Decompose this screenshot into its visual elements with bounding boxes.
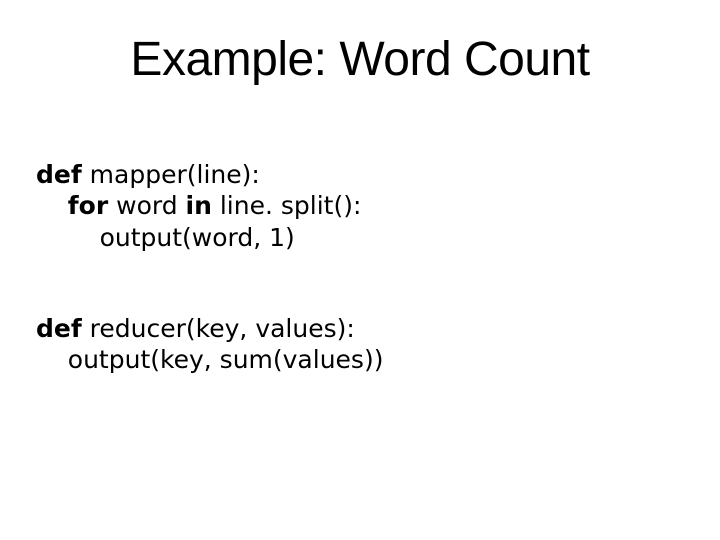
keyword-def: def: [36, 314, 82, 343]
code-text: output(word, 1): [100, 223, 295, 252]
code-text: reducer(key, values):: [82, 314, 355, 343]
spacer: [30, 253, 690, 313]
code-indent: [36, 223, 100, 252]
slide: Example: Word Count def mapper(line): fo…: [0, 0, 720, 540]
code-text: line. split():: [212, 191, 361, 220]
keyword-in: in: [186, 191, 212, 220]
code-text: output(key, sum(values)): [68, 345, 384, 374]
code-text: mapper(line):: [82, 160, 260, 189]
code-reducer: def reducer(key, values): output(key, su…: [36, 313, 690, 376]
code-indent: [36, 345, 68, 374]
code-mapper: def mapper(line): for word in line. spli…: [36, 159, 690, 253]
code-indent: [36, 191, 68, 220]
keyword-for: for: [68, 191, 108, 220]
slide-title: Example: Word Count: [30, 32, 690, 87]
code-text: word: [108, 191, 185, 220]
keyword-def: def: [36, 160, 82, 189]
